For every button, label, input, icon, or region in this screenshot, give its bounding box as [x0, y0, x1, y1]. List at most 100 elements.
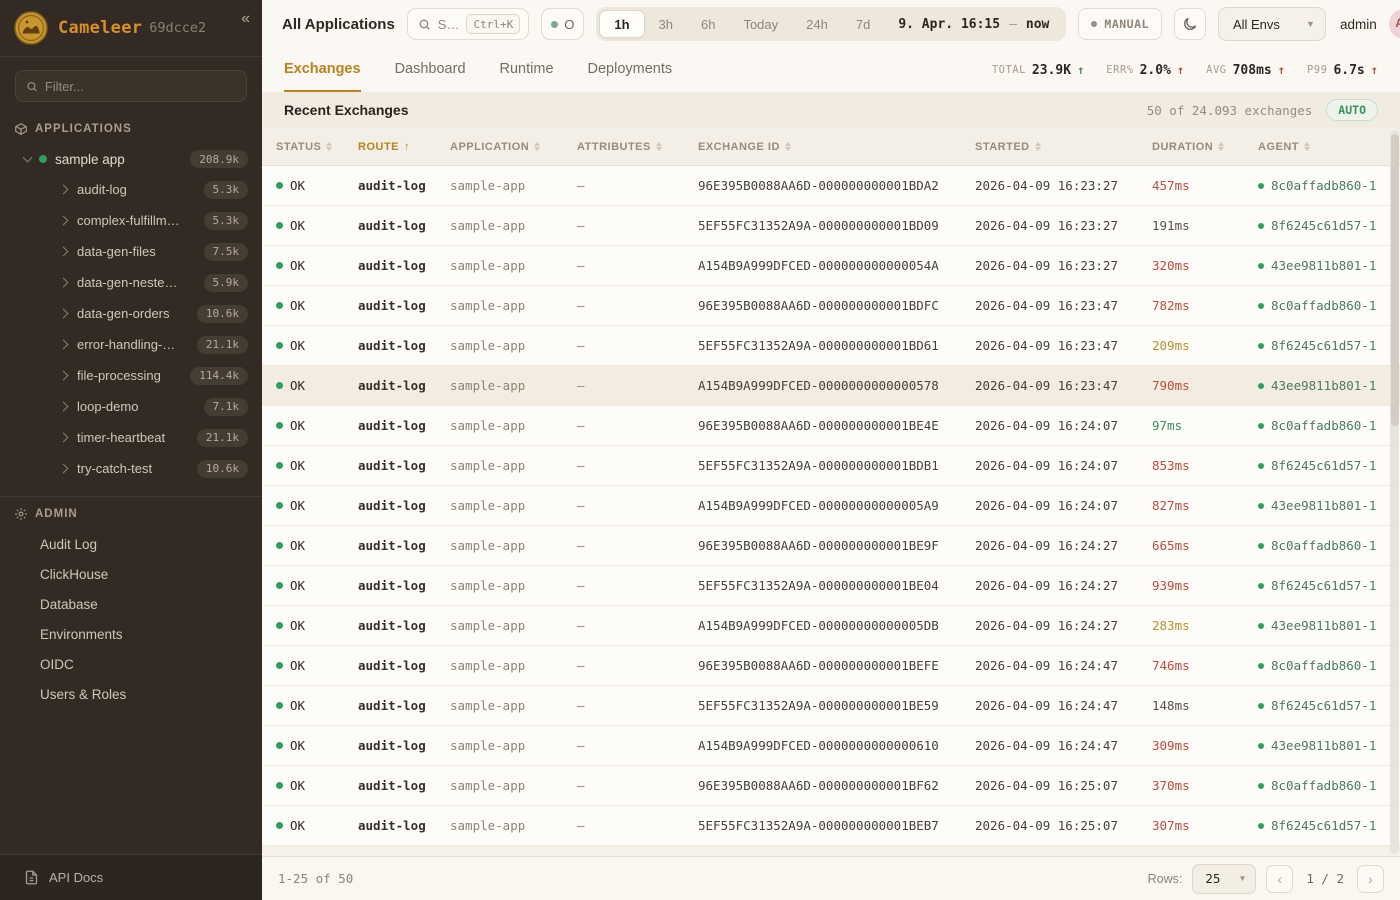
admin-menu-item[interactable]: Database: [0, 589, 262, 619]
global-search[interactable]: S… Ctrl+K: [407, 8, 529, 40]
tab[interactable]: Runtime: [500, 48, 554, 92]
next-page-button[interactable]: ›: [1357, 865, 1384, 893]
sidebar-filter[interactable]: [15, 70, 247, 102]
table-row[interactable]: OK audit-log sample-app — A154B9A999DFCE…: [262, 486, 1400, 526]
time-range-button[interactable]: Today: [729, 10, 792, 38]
table-row[interactable]: OK audit-log sample-app — 5EF55FC31352A9…: [262, 566, 1400, 606]
time-range-button[interactable]: 6h: [687, 10, 729, 38]
table-row[interactable]: OK audit-log sample-app — 96E395B0088AA6…: [262, 766, 1400, 806]
admin-menu-item[interactable]: Environments: [0, 619, 262, 649]
table-row[interactable]: OK audit-log sample-app — 5EF55FC31352A9…: [262, 686, 1400, 726]
agent-id: 8c0affadb860-1: [1271, 298, 1376, 313]
chevron-right-icon: [59, 185, 69, 195]
status-ok-dot: [276, 462, 283, 469]
sidebar-item-route[interactable]: complex-fulfillm… 5.3k: [0, 205, 262, 236]
auto-refresh-badge[interactable]: AUTO: [1326, 99, 1378, 121]
table-row[interactable]: OK audit-log sample-app — A154B9A999DFCE…: [262, 246, 1400, 286]
table-row[interactable]: OK audit-log sample-app — A154B9A999DFCE…: [262, 606, 1400, 646]
sort-icon: [785, 142, 791, 151]
route-name: complex-fulfillm…: [77, 213, 180, 228]
filter-input[interactable]: [45, 79, 236, 94]
avatar[interactable]: AD: [1389, 9, 1400, 39]
route-count-badge: 7.1k: [204, 398, 249, 416]
attributes-cell: —: [577, 298, 698, 313]
manual-refresh-button[interactable]: MANUAL: [1078, 8, 1162, 40]
table-row[interactable]: OK audit-log sample-app — 96E395B0088AA6…: [262, 526, 1400, 566]
sidebar-item-route[interactable]: timer-heartbeat 21.1k: [0, 422, 262, 453]
time-range-button[interactable]: 24h: [792, 10, 842, 38]
table-row[interactable]: OK audit-log sample-app — 5EF55FC31352A9…: [262, 806, 1400, 846]
exchanges-table: STATUS ↑ ROUTE ↑ APPLICATION ↑ A: [262, 128, 1400, 856]
scrollbar-track[interactable]: [1390, 130, 1399, 854]
table-row[interactable]: OK audit-log sample-app — 96E395B0088AA6…: [262, 646, 1400, 686]
stat-label: TOTAL: [992, 64, 1026, 76]
attributes-cell: —: [577, 458, 698, 473]
table-row[interactable]: OK audit-log sample-app — 96E395B0088AA6…: [262, 406, 1400, 446]
exchange-id-cell: 5EF55FC31352A9A-000000000001BEB7: [698, 818, 975, 833]
theme-toggle-button[interactable]: [1174, 8, 1206, 40]
agent-status-dot: [1258, 783, 1264, 789]
admin-menu-item[interactable]: Users & Roles: [0, 679, 262, 709]
tab[interactable]: Exchanges: [284, 48, 361, 92]
scrollbar-thumb[interactable]: [1391, 134, 1399, 426]
admin-menu-item[interactable]: ClickHouse: [0, 559, 262, 589]
duration-cell: 209ms: [1152, 338, 1258, 353]
previous-page-button[interactable]: ‹: [1266, 865, 1293, 893]
agent-cell: 8f6245c61d57-1: [1258, 578, 1400, 593]
status-ok-dot: [276, 302, 283, 309]
topbar-right: MANUAL All Envs ▼ admin AD: [1078, 7, 1400, 41]
status-chip-label: O: [564, 17, 574, 32]
agent-id: 43ee9811b801-1: [1271, 738, 1376, 753]
table-row[interactable]: OK audit-log sample-app — 96E395B0088AA6…: [262, 166, 1400, 206]
column-header[interactable]: APPLICATION ↑: [450, 141, 577, 153]
status-ok-dot: [276, 502, 283, 509]
column-header[interactable]: EXCHANGE ID ↑: [698, 141, 975, 153]
rows-per-page-value: 25: [1205, 871, 1220, 886]
sidebar-item-route[interactable]: audit-log 5.3k: [0, 174, 262, 205]
date-range-display[interactable]: 9. Apr. 16:15 — now: [884, 17, 1063, 32]
environment-select[interactable]: All Envs ▼: [1218, 7, 1326, 41]
admin-menu-item[interactable]: OIDC: [0, 649, 262, 679]
table-row[interactable]: OK audit-log sample-app — A154B9A999DFCE…: [262, 366, 1400, 406]
table-row[interactable]: OK audit-log sample-app — 5EF55FC31352A9…: [262, 326, 1400, 366]
sidebar-item-route[interactable]: data-gen-files 7.5k: [0, 236, 262, 267]
started-cell: 2026-04-09 16:23:27: [975, 218, 1152, 233]
time-range-button[interactable]: 1h: [599, 10, 644, 38]
status-cell: OK: [276, 658, 358, 673]
admin-menu-item[interactable]: Audit Log: [0, 529, 262, 559]
table-row[interactable]: OK audit-log sample-app — 5EF55FC31352A9…: [262, 446, 1400, 486]
exchange-id-cell: A154B9A999DFCED-0000000000000610: [698, 738, 975, 753]
column-header[interactable]: STARTED ↑: [975, 141, 1152, 153]
sidebar-item-route[interactable]: try-catch-test 10.6k: [0, 453, 262, 484]
tab[interactable]: Dashboard: [395, 48, 466, 92]
collapse-sidebar-icon[interactable]: «: [241, 10, 250, 28]
sidebar-item-route[interactable]: data-gen-neste… 5.9k: [0, 267, 262, 298]
table-row[interactable]: OK audit-log sample-app — 5EF55FC31352A9…: [262, 206, 1400, 246]
application-cell: sample-app: [450, 618, 577, 633]
sidebar-item-sample-app[interactable]: sample app 208.9k: [0, 144, 262, 174]
duration-cell: 790ms: [1152, 378, 1258, 393]
tab[interactable]: Deployments: [588, 48, 673, 92]
column-header[interactable]: ROUTE ↑: [358, 141, 450, 153]
time-range-button[interactable]: 3h: [645, 10, 687, 38]
column-header[interactable]: STATUS ↑: [276, 141, 358, 153]
time-range-button[interactable]: 7d: [842, 10, 884, 38]
column-header[interactable]: AGENT ↑: [1258, 141, 1400, 153]
api-docs-link[interactable]: API Docs: [0, 854, 262, 900]
sidebar-item-route[interactable]: data-gen-orders 10.6k: [0, 298, 262, 329]
attributes-cell: —: [577, 538, 698, 553]
status-text: OK: [290, 298, 305, 313]
column-header[interactable]: DURATION ↑: [1152, 141, 1258, 153]
table-row[interactable]: OK audit-log sample-app — A154B9A999DFCE…: [262, 726, 1400, 766]
agent-cell: 8c0affadb860-1: [1258, 298, 1400, 313]
agent-status-dot: [1258, 183, 1264, 189]
sidebar-item-route[interactable]: file-processing 114.4k: [0, 360, 262, 391]
column-header[interactable]: ATTRIBUTES ↑: [577, 141, 698, 153]
sidebar-item-route[interactable]: error-handling-… 21.1k: [0, 329, 262, 360]
route-cell: audit-log: [358, 618, 450, 633]
sidebar-item-route[interactable]: loop-demo 7.1k: [0, 391, 262, 422]
rows-per-page-select[interactable]: 25 ▼: [1192, 864, 1256, 894]
status-filter-chip[interactable]: O: [541, 8, 584, 40]
table-row[interactable]: OK audit-log sample-app — 96E395B0088AA6…: [262, 286, 1400, 326]
status-cell: OK: [276, 298, 358, 313]
